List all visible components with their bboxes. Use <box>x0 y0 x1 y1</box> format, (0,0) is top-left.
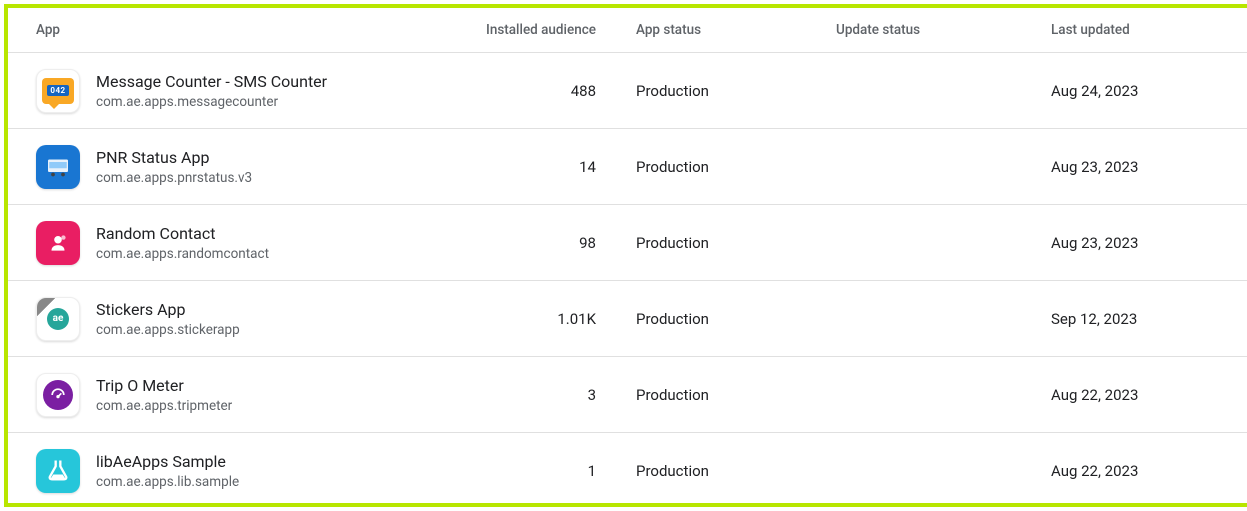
last-updated: Aug 22, 2023 <box>1051 462 1219 480</box>
trip-o-meter-icon <box>36 373 80 417</box>
app-name: Trip O Meter <box>96 376 232 395</box>
table-row[interactable]: Trip O Meter com.ae.apps.tripmeter 3 Pro… <box>8 357 1247 433</box>
header-updated[interactable]: Last updated <box>1051 22 1219 38</box>
app-name: Stickers App <box>96 300 240 319</box>
app-package: com.ae.apps.pnrstatus.v3 <box>96 170 252 186</box>
app-name: libAeApps Sample <box>96 452 239 471</box>
app-name: Random Contact <box>96 224 269 243</box>
table-row[interactable]: Random Contact com.ae.apps.randomcontact… <box>8 205 1247 281</box>
installed-audience: 1 <box>481 462 636 480</box>
table-row[interactable]: PNR Status App com.ae.apps.pnrstatus.v3 … <box>8 129 1247 205</box>
last-updated: Aug 23, 2023 <box>1051 234 1219 252</box>
installed-audience: 3 <box>481 386 636 404</box>
app-package: com.ae.apps.lib.sample <box>96 474 239 490</box>
app-name: PNR Status App <box>96 148 252 167</box>
apps-table: App Installed audience App status Update… <box>8 8 1247 507</box>
last-updated: Aug 22, 2023 <box>1051 386 1219 404</box>
installed-audience: 488 <box>481 82 636 100</box>
app-status: Production <box>636 386 836 404</box>
app-status: Production <box>636 310 836 328</box>
app-status: Production <box>636 462 836 480</box>
app-status: Production <box>636 82 836 100</box>
header-audience[interactable]: Installed audience <box>481 22 636 38</box>
header-status[interactable]: App status <box>636 22 836 38</box>
libaeapps-sample-icon <box>36 449 80 493</box>
app-status: Production <box>636 234 836 252</box>
table-row[interactable]: libAeApps Sample com.ae.apps.lib.sample … <box>8 433 1247 507</box>
last-updated: Aug 24, 2023 <box>1051 82 1219 100</box>
message-counter-icon: 042 <box>36 69 80 113</box>
app-package: com.ae.apps.messagecounter <box>96 94 327 110</box>
app-package: com.ae.apps.stickerapp <box>96 322 240 338</box>
header-app[interactable]: App <box>36 22 481 38</box>
installed-audience: 98 <box>481 234 636 252</box>
random-contact-icon <box>36 221 80 265</box>
last-updated: Sep 12, 2023 <box>1051 310 1219 328</box>
table-row[interactable]: ae Stickers App com.ae.apps.stickerapp 1… <box>8 281 1247 357</box>
installed-audience: 1.01K <box>481 310 636 328</box>
table-row[interactable]: 042 Message Counter - SMS Counter com.ae… <box>8 53 1247 129</box>
header-update[interactable]: Update status <box>836 22 1051 38</box>
stickers-app-icon: ae <box>36 297 80 341</box>
last-updated: Aug 23, 2023 <box>1051 158 1219 176</box>
app-name: Message Counter - SMS Counter <box>96 72 327 91</box>
app-package: com.ae.apps.tripmeter <box>96 398 232 414</box>
app-status: Production <box>636 158 836 176</box>
pnr-status-icon <box>36 145 80 189</box>
app-package: com.ae.apps.randomcontact <box>96 246 269 262</box>
installed-audience: 14 <box>481 158 636 176</box>
table-header-row: App Installed audience App status Update… <box>8 8 1247 53</box>
